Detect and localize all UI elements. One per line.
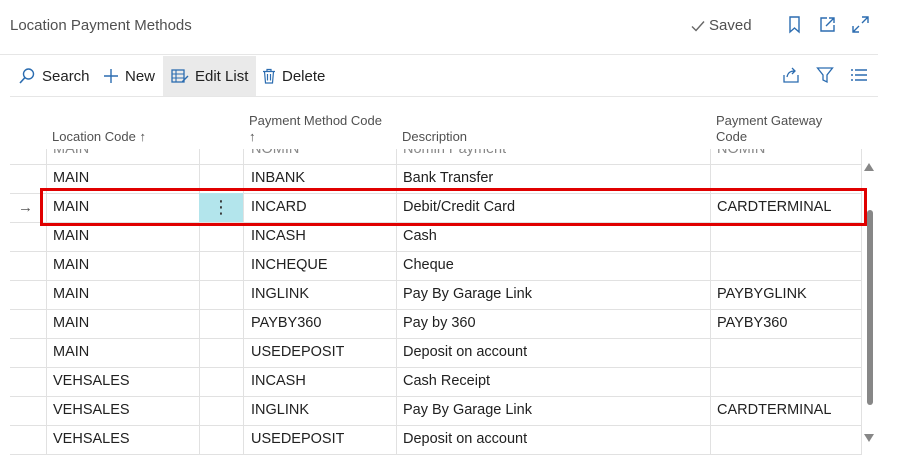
cell-payment-gateway-code[interactable]: PAYBY360 [717, 309, 787, 338]
plus-icon [104, 69, 118, 83]
cell-description[interactable]: Cash [403, 222, 437, 251]
search-label: Search [42, 67, 90, 85]
cell-description[interactable]: Pay by 360 [403, 309, 476, 338]
open-new-window-icon[interactable] [818, 15, 837, 34]
cell-payment-method-code[interactable]: NOMIN [251, 149, 299, 164]
search-button[interactable]: Search [18, 56, 90, 96]
cell-location-code[interactable]: VEHSALES [53, 396, 130, 425]
filter-icon[interactable] [816, 66, 834, 84]
column-header-gateway-line1: Payment Gateway [716, 113, 823, 128]
cell-description[interactable]: Cash Receipt [403, 367, 490, 396]
cell-payment-method-code[interactable]: INGLINK [251, 280, 309, 309]
cell-payment-method-code[interactable]: USEDEPOSIT [251, 338, 344, 367]
table-row[interactable]: MAIN PAYBY360 Pay by 360 PAYBY360 [10, 309, 862, 339]
cell-payment-gateway-code[interactable]: PAYBYGLINK [717, 280, 807, 309]
cell-description[interactable]: Bank Transfer [403, 164, 493, 193]
cell-location-code[interactable]: MAIN [53, 309, 89, 338]
expand-icon[interactable] [851, 15, 870, 34]
cell-location-code[interactable]: MAIN [53, 338, 89, 367]
cell-description[interactable]: Pay By Garage Link [403, 280, 532, 309]
table-row[interactable]: MAIN INCHEQUE Cheque [10, 251, 862, 281]
table-row[interactable]: MAIN INCARD Debit/Credit Card CARDTERMINAL →… [10, 193, 862, 223]
new-button[interactable]: New [103, 56, 155, 96]
edit-list-icon [171, 69, 189, 83]
cell-payment-method-code[interactable]: INCASH [251, 222, 306, 251]
cell-payment-method-code[interactable]: INCHEQUE [251, 251, 328, 280]
bookmark-icon[interactable] [785, 15, 804, 34]
cell-payment-gateway-code[interactable]: NOMIN [717, 149, 765, 164]
cell-location-code[interactable]: VEHSALES [53, 425, 130, 454]
cell-description[interactable]: Debit/Credit Card [403, 193, 515, 222]
action-bar: Search New Edit List Delete [10, 56, 878, 97]
list-view-icon[interactable] [850, 66, 868, 84]
search-icon [19, 68, 35, 84]
cell-payment-gateway-code[interactable]: CARDTERMINAL [717, 396, 831, 425]
cell-payment-method-code[interactable]: INCARD [251, 193, 307, 222]
cell-location-code[interactable]: MAIN [53, 193, 89, 222]
saved-status: Saved [690, 17, 752, 34]
cell-payment-method-code[interactable]: PAYBY360 [251, 309, 321, 338]
cell-payment-method-code[interactable]: INCASH [251, 367, 306, 396]
cell-location-code[interactable]: MAIN [53, 251, 89, 280]
cell-description[interactable]: Deposit on account [403, 338, 527, 367]
row-menu-dots-icon[interactable]: ⋮ [199, 193, 243, 222]
edit-list-label: Edit List [195, 67, 249, 85]
cell-location-code[interactable]: MAIN [53, 164, 89, 193]
table-row[interactable]: MAIN INGLINK Pay By Garage Link PAYBYGLINK [10, 280, 862, 310]
cell-location-code[interactable]: MAIN [53, 149, 89, 164]
grid-rows: MAIN NOMIN Nomin Payment NOMIN MAIN INBAN… [10, 149, 862, 457]
checkmark-icon [691, 20, 705, 32]
table-row[interactable]: VEHSALES USEDEPOSIT Deposit on account [10, 425, 862, 455]
saved-label: Saved [709, 17, 752, 34]
column-header-payment-gateway-code[interactable]: Payment Gateway Code [716, 113, 822, 145]
page-title: Location Payment Methods [10, 17, 192, 34]
title-bar: Location Payment Methods Saved [0, 0, 878, 55]
trash-icon [263, 68, 275, 84]
delete-label: Delete [282, 67, 326, 85]
table-row[interactable]: MAIN USEDEPOSIT Deposit on account [10, 338, 862, 368]
table-row[interactable]: VEHSALES INGLINK Pay By Garage Link CARDTER… [10, 396, 862, 426]
row-arrow-icon: → [18, 199, 33, 216]
column-header-payment-method-code[interactable]: Payment Method Code ↑ [249, 113, 382, 145]
cell-payment-method-code[interactable]: INGLINK [251, 396, 309, 425]
cell-description[interactable]: Cheque [403, 251, 454, 280]
delete-button[interactable]: Delete [262, 56, 325, 96]
cell-description[interactable]: Pay By Garage Link [403, 396, 532, 425]
column-header-location-code[interactable]: Location Code ↑ [52, 129, 146, 145]
new-label: New [125, 67, 156, 85]
table-row[interactable]: MAIN INBANK Bank Transfer [10, 164, 862, 194]
table-row[interactable]: MAIN NOMIN Nomin Payment NOMIN [10, 149, 862, 165]
column-header-gateway-line2: Code [716, 129, 748, 144]
column-header-description[interactable]: Description [402, 129, 467, 145]
sort-arrow-icon: ↑ [249, 129, 256, 144]
scrollbar-thumb[interactable] [867, 210, 873, 405]
vertical-scrollbar[interactable] [862, 160, 876, 445]
share-icon[interactable] [782, 66, 800, 84]
cell-payment-gateway-code[interactable]: CARDTERMINAL [717, 193, 831, 222]
edit-list-button[interactable]: Edit List [163, 56, 257, 96]
table-row[interactable]: VEHSALES INCASH Cash Receipt [10, 367, 862, 397]
cell-payment-method-code[interactable]: INBANK [251, 164, 305, 193]
column-header-pm-code-label: Payment Method Code [249, 113, 382, 128]
cell-location-code[interactable]: MAIN [53, 222, 89, 251]
cell-description[interactable]: Deposit on account [403, 425, 527, 454]
cell-payment-method-code[interactable]: USEDEPOSIT [251, 425, 344, 454]
cell-description[interactable]: Nomin Payment [403, 149, 506, 164]
grid-header: Location Code ↑ Payment Method Code ↑ De… [10, 97, 862, 149]
cell-location-code[interactable]: VEHSALES [53, 367, 130, 396]
scroll-up-arrow-icon[interactable] [864, 163, 874, 171]
scroll-down-arrow-icon[interactable] [864, 434, 874, 442]
cell-location-code[interactable]: MAIN [53, 280, 89, 309]
table-row[interactable]: MAIN INCASH Cash [10, 222, 862, 252]
